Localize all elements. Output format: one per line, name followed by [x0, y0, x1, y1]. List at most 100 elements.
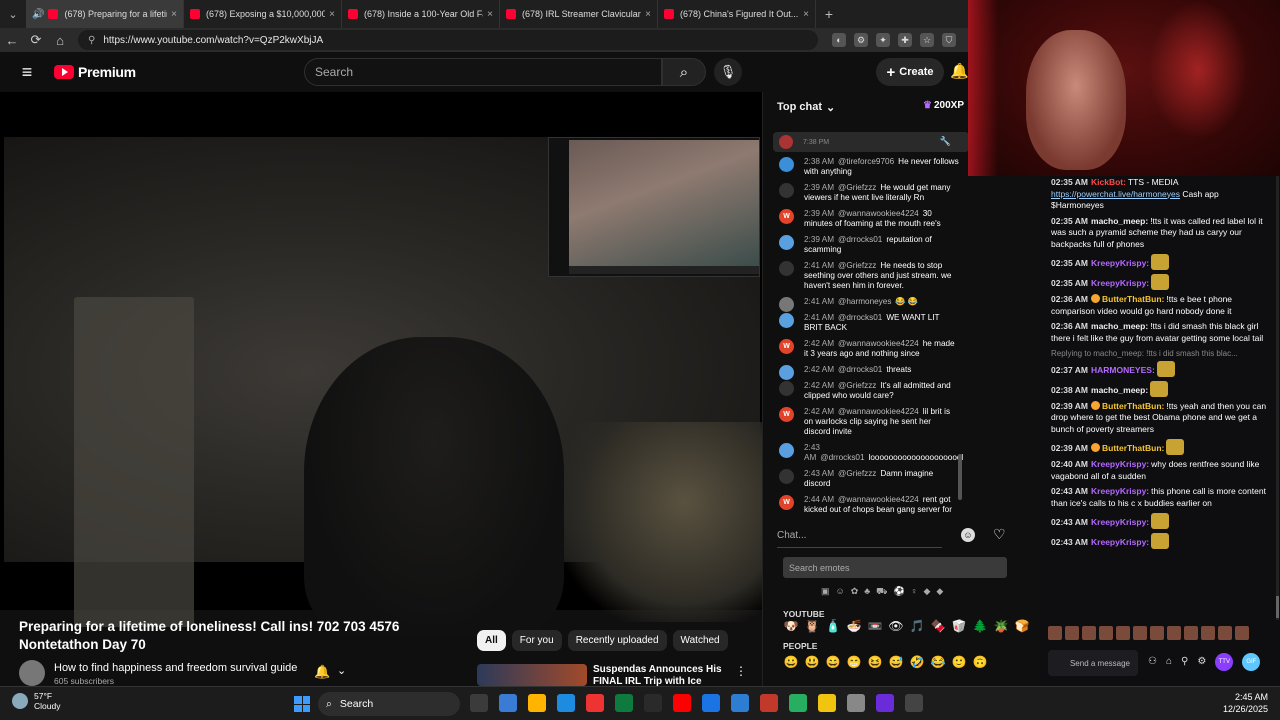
kick-chat-message[interactable]: 02:39 AM ButterThatBun: !tts yeah and then…	[1040, 400, 1274, 439]
emoji[interactable]: 🙃	[972, 655, 988, 669]
youtube-category-icon[interactable]: ▣	[821, 586, 830, 598]
message-username[interactable]: macho_meep:	[1091, 385, 1148, 395]
smiley-category-icon[interactable]: ☺	[836, 586, 845, 598]
youtube-premium-logo[interactable]: Premium	[54, 64, 136, 80]
gif-button[interactable]: GIF	[1242, 653, 1261, 671]
kick-chat-message[interactable]: 02:40 AM KreepyKrispy: why does rentfree s…	[1040, 458, 1274, 485]
emote[interactable]: 🧴	[825, 619, 841, 633]
travel-category-icon[interactable]: ⛟	[876, 586, 887, 598]
activity-category-icon[interactable]: ⚽	[894, 586, 905, 598]
message-username[interactable]: ButterThatBun:	[1102, 443, 1164, 453]
extension-icon[interactable]: ⚙	[854, 33, 868, 47]
message-username[interactable]: KreepyKrispy:	[1091, 258, 1149, 268]
kick-emote[interactable]	[1048, 626, 1062, 640]
kick-emote[interactable]	[1235, 626, 1249, 640]
chat-input[interactable]: Chat...	[777, 524, 942, 548]
system-clock[interactable]: 2:45 AM 12/26/2025	[1200, 691, 1268, 715]
taskbar-app-icon[interactable]	[876, 694, 894, 712]
animal-category-icon[interactable]: ♣	[864, 586, 870, 598]
close-tab-icon[interactable]: ×	[803, 9, 809, 20]
extension-icon[interactable]: ✦	[876, 33, 890, 47]
back-icon[interactable]: ←	[0, 33, 24, 48]
favorites-icon[interactable]: ☆	[920, 33, 934, 47]
chat-message[interactable]: W 2:44 AM @wannawookiee4224 rent got kicked…	[763, 492, 963, 514]
chat-avatar[interactable]: W	[779, 209, 794, 224]
kick-emote[interactable]	[1201, 626, 1215, 640]
emote[interactable]: 📼	[867, 619, 883, 633]
chat-avatar[interactable]	[779, 183, 794, 198]
emoji[interactable]: 😄	[825, 655, 841, 669]
kick-chat-message[interactable]: 02:37 AM HARMONEYES:	[1040, 360, 1274, 380]
flag-category-icon[interactable]: ◆	[936, 586, 943, 598]
chat-avatar[interactable]: W	[779, 407, 794, 422]
kick-chat-message[interactable]: 02:43 AM KreepyKrispy:	[1040, 532, 1274, 552]
kick-emote[interactable]	[1167, 626, 1181, 640]
channel-avatar[interactable]	[19, 660, 45, 686]
emoji[interactable]: 😆	[867, 655, 883, 669]
emote[interactable]: 🌲	[972, 619, 988, 633]
browser-tab[interactable]: (678) Exposing a $10,000,000,000×	[184, 0, 342, 28]
kick-chat-message[interactable]: 02:43 AM KreepyKrispy:	[1040, 512, 1274, 532]
message-author[interactable]: @tireforce9706	[838, 157, 894, 166]
chat-message[interactable]: 2:38 AM @tireforce9706 He never follows wi…	[763, 154, 963, 180]
emoji-picker-icon[interactable]: ☺	[961, 528, 975, 542]
kick-emote[interactable]	[1099, 626, 1113, 640]
kick-emote[interactable]	[1082, 626, 1096, 640]
chat-avatar[interactable]	[779, 261, 794, 276]
emoji[interactable]: 😀	[783, 655, 799, 669]
site-info-icon[interactable]: ⚲	[88, 35, 95, 46]
emote[interactable]: 🍜	[846, 619, 862, 633]
kick-emote[interactable]	[1133, 626, 1147, 640]
message-username[interactable]: ButterThatBun:	[1102, 294, 1164, 304]
chat-scrollbar[interactable]	[958, 152, 962, 512]
emoji[interactable]: 😃	[804, 655, 820, 669]
windows-start-icon[interactable]	[294, 696, 310, 712]
kick-scroll-thumb[interactable]	[1276, 596, 1279, 618]
users-icon[interactable]: ⚇	[1148, 656, 1157, 671]
close-tab-icon[interactable]: ×	[645, 9, 651, 20]
url-field[interactable]: ⚲ https://www.youtube.com/watch?v=QzP2kw…	[78, 30, 818, 50]
message-username[interactable]: macho_meep:	[1091, 321, 1148, 331]
emote[interactable]: 🦉	[804, 619, 820, 633]
message-author[interactable]: @wannawookiee4224	[838, 339, 919, 348]
kick-scrollbar[interactable]	[1276, 176, 1279, 620]
taskbar-app-icon[interactable]	[731, 694, 749, 712]
chat-message[interactable]: 2:42 AM @Griefzzz It's all admitted and cl…	[763, 378, 963, 404]
emote[interactable]: 🐶	[783, 619, 799, 633]
recommended-title[interactable]: Suspendas Announces His FINAL IRL Trip w…	[593, 664, 733, 688]
kick-chat-message[interactable]: 02:39 AM ButterThatBun:	[1040, 438, 1274, 458]
notifications-bell-icon[interactable]: 🔔	[950, 62, 969, 80]
chat-message[interactable]: W 2:42 AM @wannawookiee4224 he made it 3 ye…	[763, 336, 963, 362]
new-tab-button[interactable]: +	[816, 6, 842, 22]
chat-message[interactable]: 2:43 AM @Griefzzz Damn imagine discord	[763, 466, 963, 492]
recommended-thumbnail[interactable]	[477, 664, 587, 686]
taskbar-app-icon[interactable]	[644, 694, 662, 712]
message-author[interactable]: @drrocks01	[838, 365, 882, 374]
search-input[interactable]: Search	[304, 58, 662, 86]
message-author[interactable]: @Griefzzz	[838, 381, 876, 390]
message-author[interactable]: @wannawookiee4224	[838, 209, 919, 218]
message-author[interactable]: @wannawookiee4224	[838, 407, 919, 416]
filter-chip[interactable]: For you	[511, 630, 562, 651]
kick-chat-message[interactable]: 02:36 AM macho_meep: !tts i did smash this…	[1040, 320, 1274, 347]
subscription-bell-icon[interactable]: 🔔	[314, 664, 330, 680]
emote[interactable]: 🎵	[909, 619, 925, 633]
chat-avatar[interactable]: W	[779, 495, 794, 510]
puzzle-icon[interactable]: ✚	[898, 33, 912, 47]
kick-chat-message[interactable]: 02:35 AM KickBot: TTS - MEDIA https://power…	[1040, 176, 1274, 215]
chat-message[interactable]: 2:39 AM @drrocks01 reputation of scamming	[763, 232, 963, 258]
shield-icon[interactable]: ⛉	[942, 33, 956, 47]
close-tab-icon[interactable]: ×	[329, 9, 335, 20]
kick-emote[interactable]	[1065, 626, 1079, 640]
emoji[interactable]: 😁	[846, 655, 862, 669]
message-author[interactable]: @Griefzzz	[838, 469, 876, 478]
heart-icon[interactable]: ♡	[993, 526, 1006, 543]
chat-message[interactable]: 2:39 AM @Griefzzz He would get many viewer…	[763, 180, 963, 206]
ttv-button[interactable]: TTV	[1215, 653, 1234, 671]
chat-message[interactable]: 2:43 AM @drrocks01 looooooooooooooooooool	[763, 440, 963, 466]
reload-icon[interactable]: ⟳	[24, 32, 48, 48]
voice-search-icon[interactable]: 🎙	[714, 58, 742, 86]
browser-tab[interactable]: 🔊 (678) Preparing for a lifetime ×	[26, 0, 184, 28]
wrench-icon[interactable]: 🔧	[940, 136, 951, 147]
chat-avatar[interactable]	[779, 313, 794, 328]
